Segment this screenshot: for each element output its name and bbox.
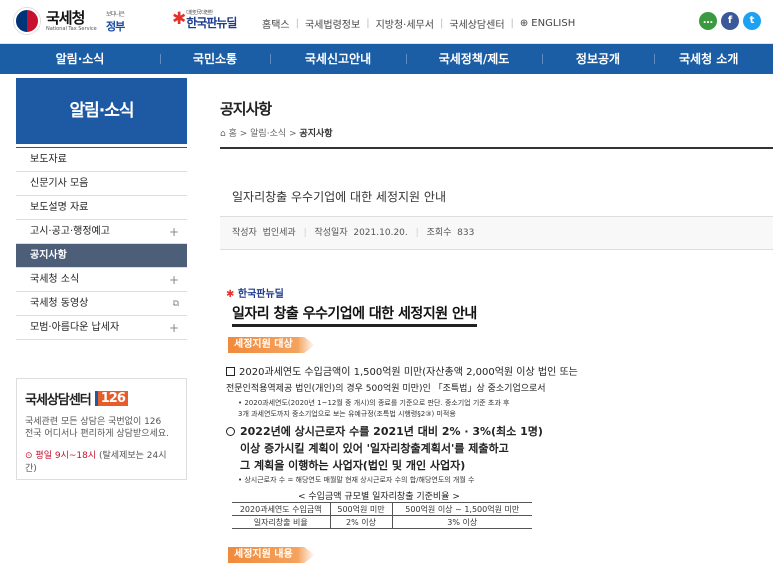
utility-links: 홈택스 | 국세법령정보 | 지방청·세무서 | 국세상담센터 | ⊕ ENGL… bbox=[262, 16, 576, 31]
nts-emblem-icon bbox=[14, 8, 40, 34]
sidebar-item-notices-gov[interactable]: 고시·공고·행정예고 + bbox=[16, 220, 187, 244]
breadcrumb-current: 공지사항 bbox=[299, 129, 333, 139]
newdeal-logo-small: ✱ 한국판뉴딜 bbox=[226, 289, 284, 300]
nav-filing-guide[interactable]: 국세신고안내 bbox=[270, 44, 406, 74]
doc-line: 전문인적용역제공 법인(개인)의 경우 500억원 미만)인 「조특법」상 중소… bbox=[226, 384, 546, 394]
consult-number: 126 bbox=[94, 391, 128, 406]
facebook-icon[interactable]: f bbox=[721, 12, 739, 30]
expand-icon: + bbox=[168, 321, 179, 335]
globe-icon: ⊕ bbox=[519, 18, 529, 29]
logo-text: 국세청 bbox=[46, 8, 85, 27]
gov-slogan[interactable]: 보다나은 정부 bbox=[106, 11, 125, 34]
newdeal-star-icon: ✱ bbox=[226, 289, 235, 300]
newdeal-logo[interactable]: ✱ 대한민국 대전환 한국판뉴딜 bbox=[172, 9, 237, 29]
checkbox-square-icon bbox=[226, 367, 235, 376]
sidebar-item-nts-news[interactable]: 국세청 소식 + bbox=[16, 268, 187, 292]
post-author: 법인세과 bbox=[262, 228, 296, 238]
nav-communication[interactable]: 국민소통 bbox=[160, 44, 270, 74]
main-nav: 알림·소식 국민소통 국세신고안내 국세정책/제도 정보공개 국세청 소개 bbox=[0, 44, 773, 74]
consult-title: 국세상담센터 bbox=[25, 393, 92, 408]
nav-disclosure[interactable]: 정보공개 bbox=[542, 44, 654, 74]
ratio-table: 2020과세연도 수입금액 500억원 미만 500억원 이상 ~ 1,500억… bbox=[232, 502, 532, 529]
talk-icon[interactable]: … bbox=[699, 12, 717, 30]
post-meta: 작성자 법인세과 | 작성일자 2021.10.20. | 조회수 833 bbox=[220, 216, 773, 250]
sidebar-item-model-taxpayer[interactable]: 모범·아름다운 납세자 + bbox=[16, 316, 187, 340]
logo-subtext: National Tax Service bbox=[46, 25, 97, 32]
doc-note: • 2020과세연도(2020년 1~12월 중 개시)의 종료를 기준으로 판… bbox=[238, 399, 510, 407]
breadcrumb-home[interactable]: 홈 bbox=[229, 129, 237, 139]
breadcrumb-section[interactable]: 알림·소식 bbox=[250, 129, 286, 139]
page-title: 공지사항 bbox=[220, 100, 272, 118]
consult-hours: 평일 9시~18시 bbox=[35, 451, 97, 461]
clock-icon: ⊙ bbox=[25, 451, 33, 461]
divider bbox=[220, 147, 773, 149]
util-link-english[interactable]: ENGLISH bbox=[531, 18, 575, 29]
expand-icon: + bbox=[168, 273, 179, 287]
doc-line: 이상 증가시킬 계획이 있어 '일자리창출계획서'를 제출하고 bbox=[240, 442, 509, 455]
sidebar-item-press[interactable]: 보도자료 bbox=[16, 148, 187, 172]
table-caption: < 수입금액 규모별 일자리창출 기준비율 > bbox=[298, 492, 460, 502]
twitter-icon[interactable]: t bbox=[743, 12, 761, 30]
util-link-law[interactable]: 국세법령정보 bbox=[305, 16, 360, 31]
util-link-offices[interactable]: 지방청·세무서 bbox=[376, 16, 434, 31]
post-views: 833 bbox=[457, 228, 475, 238]
sns-links: … f t bbox=[699, 12, 765, 30]
bullet-circle-icon bbox=[226, 427, 235, 436]
doc-note: 3개 과세연도까지 중소기업으로 보는 유예규정(조특법 시행령§2③) 미적용 bbox=[238, 410, 456, 418]
external-link-icon: ⧉ bbox=[172, 299, 179, 309]
doc-line: 2020과세연도 수입금액이 1,500억원 미만(자산총액 2,000억원 이… bbox=[239, 367, 578, 378]
sidebar-item-announcements[interactable]: 공지사항 bbox=[16, 244, 187, 268]
nav-policy[interactable]: 국세정책/제도 bbox=[406, 44, 542, 74]
section-tag-target: 세정지원 대상 bbox=[228, 337, 315, 353]
post-title: 일자리창출 우수기업에 대한 세정지원 안내 bbox=[232, 190, 446, 204]
sidebar-item-videos[interactable]: 국세청 동영상 ⧉ bbox=[16, 292, 187, 316]
consult-desc: 전국 어디서나 편리하게 상담받으세요. bbox=[25, 429, 169, 439]
sidebar-item-press-explain[interactable]: 보도설명 자료 bbox=[16, 196, 187, 220]
newdeal-star-icon: ✱ bbox=[172, 9, 187, 29]
breadcrumb: ⌂ 홈 > 알림·소식 > 공지사항 bbox=[220, 129, 333, 139]
table-row: 2020과세연도 수입금액 500억원 미만 500억원 이상 ~ 1,500억… bbox=[232, 502, 532, 516]
nav-about[interactable]: 국세청 소개 bbox=[654, 44, 773, 74]
sidebar-item-news-clips[interactable]: 신문기사 모음 bbox=[16, 172, 187, 196]
util-link-hometax[interactable]: 홈택스 bbox=[262, 16, 290, 31]
top-header: 국세청 National Tax Service 보다나은 정부 ✱ 대한민국 … bbox=[0, 0, 773, 44]
doc-line: 그 계획을 이행하는 사업자(법인 및 개인 사업자) bbox=[240, 459, 466, 472]
post-date: 2021.10.20. bbox=[353, 228, 408, 238]
doc-note: • 상시근로자 수 = 해당연도 매월말 현재 상시근로자 수의 합/해당연도의… bbox=[238, 476, 475, 484]
sidebar-menu: 보도자료 신문기사 모음 보도설명 자료 고시·공고·행정예고 + 공지사항 국세… bbox=[16, 147, 187, 340]
expand-icon: + bbox=[168, 225, 179, 239]
section-tag-content: 세정지원 내용 bbox=[228, 547, 315, 563]
sidebar-title: 알림·소식 bbox=[16, 78, 187, 144]
nav-news[interactable]: 알림·소식 bbox=[0, 44, 160, 74]
consult-center-box[interactable]: 국세상담센터 126 국세관련 모든 상담은 국번없이 126 전국 어디서나 … bbox=[16, 378, 187, 480]
doc-heading: 일자리 창출 우수기업에 대한 세정지원 안내 bbox=[232, 303, 477, 327]
table-row: 일자리창출 비율 2% 이상 3% 이상 bbox=[232, 515, 532, 529]
util-link-consult[interactable]: 국세상담센터 bbox=[449, 16, 504, 31]
doc-line: 2022년에 상시근로자 수를 2021년 대비 2% · 3%(최소 1명) bbox=[240, 425, 543, 438]
home-icon[interactable]: ⌂ bbox=[220, 129, 226, 139]
consult-desc: 국세관련 모든 상담은 국번없이 126 bbox=[25, 417, 162, 427]
nts-logo[interactable]: 국세청 National Tax Service bbox=[14, 8, 97, 34]
